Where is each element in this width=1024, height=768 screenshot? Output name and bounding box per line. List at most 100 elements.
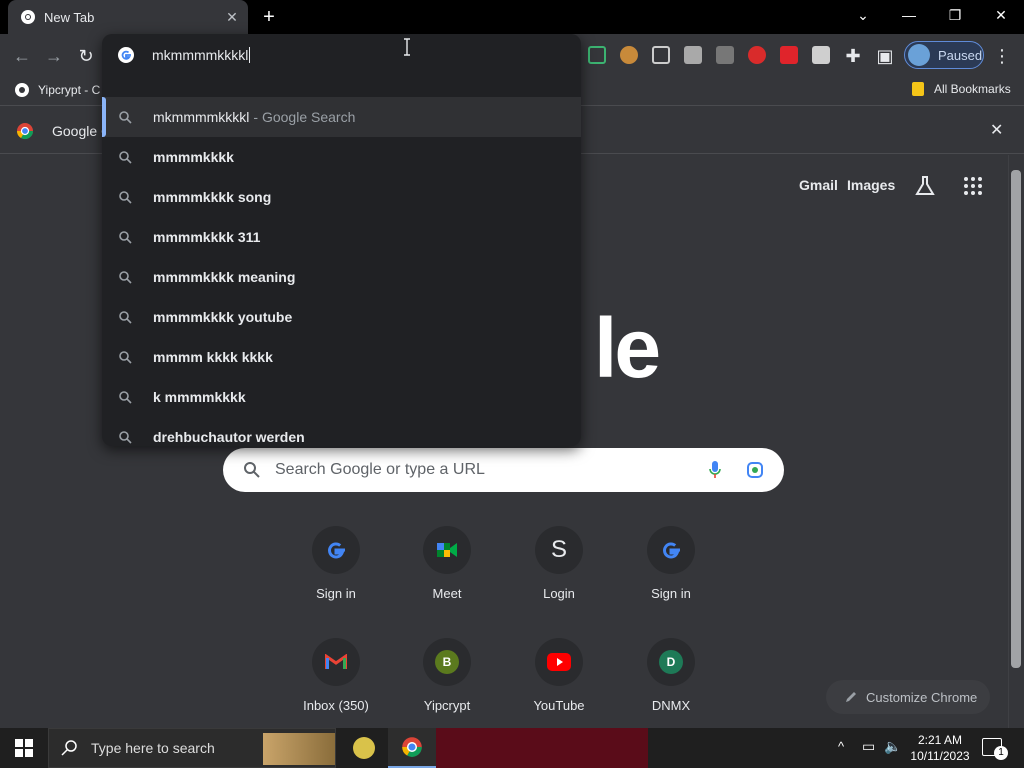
tab-strip: New Tab ✕ + ⌄ — ❐ ✕ [0, 0, 1024, 34]
suggestion-item[interactable]: mmmmkkkk 311 [102, 217, 581, 257]
minimize-button[interactable]: — [886, 0, 932, 30]
omnibox-dropdown: mkmmmmkkkkl mkmmmmkkkkl - Google Search … [102, 34, 581, 446]
bee-app-icon [353, 737, 375, 759]
suggestion-text: mmmmkkkk youtube [153, 309, 293, 325]
shortcut-label: Inbox (350) [303, 698, 369, 713]
search-icon [119, 151, 132, 164]
extension-s-icon[interactable] [588, 46, 606, 64]
shortcut-label: Yipcrypt [423, 698, 471, 713]
customize-label: Customize Chrome [866, 689, 978, 705]
extension-gallery-icon[interactable] [684, 46, 702, 64]
restore-button[interactable]: ❐ [932, 0, 978, 30]
address-bar[interactable]: mkmmmmkkkkl [102, 34, 581, 76]
suggestion-item[interactable]: mmmmkkkk youtube [102, 297, 581, 337]
extension-flag-icon[interactable] [812, 46, 830, 64]
shortcut-sign-in-2[interactable]: Sign in [623, 526, 719, 622]
shortcut-label: Sign in [316, 586, 356, 601]
avatar [908, 44, 930, 66]
extension-red-icon[interactable] [748, 46, 766, 64]
lens-icon[interactable] [746, 461, 764, 479]
profile-button[interactable]: Paused [904, 41, 984, 69]
tab-title: New Tab [44, 9, 95, 25]
extension-oo-icon[interactable] [652, 46, 670, 64]
search-icon [119, 231, 132, 244]
bookmark-label: Yipcrypt - C [38, 83, 101, 97]
taskbar-app-chrome[interactable] [388, 728, 436, 768]
tab-new-tab[interactable]: New Tab ✕ [8, 0, 248, 34]
clock[interactable]: 2:21 AM 10/11/2023 [904, 732, 976, 764]
suggestion-text: drehbuchautor werden [153, 429, 305, 445]
search-highlight-image [263, 733, 335, 765]
s-letter-icon: S [535, 526, 583, 574]
customize-chrome-button[interactable]: Customize Chrome [826, 680, 990, 714]
suggestion-item[interactable]: mmmmkkkk song [102, 177, 581, 217]
back-icon[interactable]: ← [10, 44, 34, 68]
apps-grid-icon[interactable] [963, 176, 983, 196]
tab-search-icon[interactable]: ⌄ [840, 0, 886, 30]
forward-icon[interactable]: → [42, 44, 66, 68]
google-icon [647, 526, 695, 574]
suggestion-text: k mmmmkkkk [153, 389, 246, 405]
shortcut-login[interactable]: S Login [511, 526, 607, 622]
google-g-icon [118, 47, 134, 63]
shortcut-letter: B [435, 650, 459, 674]
suggestion-text: mmmmkkkk 311 [153, 229, 261, 245]
suggestion-item[interactable]: k mmmmkkkk [102, 377, 581, 417]
shortcut-dnmx[interactable]: D DNMX [623, 638, 719, 734]
suggestion-text: mmmm kkkk kkkk [153, 349, 273, 365]
images-link[interactable]: Images [847, 177, 895, 193]
suggestion-item[interactable]: mmmmkkkk [102, 137, 581, 177]
suggestion-item[interactable]: mmmm kkkk kkkk [102, 337, 581, 377]
ublock-icon[interactable] [716, 46, 734, 64]
taskbar-app-bee[interactable] [340, 728, 388, 768]
suggestion-item[interactable]: drehbuchautor werden [102, 417, 581, 457]
menu-kebab-icon[interactable]: ⋮ [990, 44, 1014, 68]
taskbar-search-placeholder: Type here to search [91, 740, 215, 756]
extension-heart-icon[interactable] [780, 46, 798, 64]
search-icon [119, 431, 132, 444]
bookmark-yipcrypt[interactable]: Yipcrypt - C [14, 82, 100, 98]
labs-flask-icon[interactable] [914, 175, 936, 197]
search-placeholder: Search Google or type a URL [275, 461, 485, 478]
shortcut-youtube[interactable]: YouTube [511, 638, 607, 734]
new-tab-button[interactable]: + [258, 6, 280, 28]
network-icon[interactable]: ▭ [862, 738, 875, 755]
close-tab-icon[interactable]: ✕ [224, 9, 240, 25]
shortcut-letter: D [659, 650, 683, 674]
search-icon [119, 351, 132, 364]
notification-badge: 1 [994, 746, 1008, 760]
tray-chevron-icon[interactable]: ^ [838, 739, 844, 754]
cookie-extension-icon[interactable] [620, 46, 638, 64]
taskbar-search-box[interactable]: Type here to search [48, 728, 336, 768]
suggestion-item[interactable]: mmmmkkkk meaning [102, 257, 581, 297]
shortcut-label: YouTube [533, 698, 585, 713]
shortcut-sign-in[interactable]: Sign in [288, 526, 384, 622]
gmail-link[interactable]: Gmail [799, 177, 838, 193]
shortcut-label: Sign in [651, 586, 691, 601]
voice-search-icon[interactable] [708, 460, 722, 480]
pencil-icon [846, 692, 856, 702]
suggestion-item[interactable]: mkmmmmkkkkl - Google Search [102, 97, 581, 137]
suggestion-text: mmmmkkkk song [153, 189, 272, 205]
text-caret [249, 47, 251, 63]
shortcut-letter: S [550, 536, 567, 563]
suggestion-text: mmmmkkkk meaning [153, 269, 296, 285]
yipcrypt-icon: B [423, 638, 471, 686]
side-panel-icon[interactable]: ▣ [873, 44, 897, 68]
all-bookmarks-button[interactable]: All Bookmarks [912, 82, 1011, 96]
close-window-button[interactable]: ✕ [978, 0, 1024, 30]
reload-icon[interactable]: ↻ [74, 44, 98, 68]
shortcut-inbox[interactable]: Inbox (350) [288, 638, 384, 734]
shortcut-meet[interactable]: Meet [399, 526, 495, 622]
extensions-puzzle-icon[interactable]: ✚ [841, 44, 865, 68]
suggestion-list: mkmmmmkkkkl - Google Search mmmmkkkk mmm… [102, 97, 581, 457]
scrollbar-thumb[interactable] [1011, 170, 1021, 668]
shortcut-yipcrypt[interactable]: B Yipcrypt [399, 638, 495, 734]
close-info-bar-icon[interactable]: ✕ [990, 120, 1003, 140]
search-icon [61, 740, 77, 756]
shortcut-label: DNMX [651, 698, 691, 713]
suggestion-text: mkmmmmkkkkl [153, 109, 250, 125]
gmail-icon [312, 638, 360, 686]
volume-icon[interactable]: 🔈 [884, 738, 901, 755]
windows-start-button[interactable] [0, 728, 48, 768]
